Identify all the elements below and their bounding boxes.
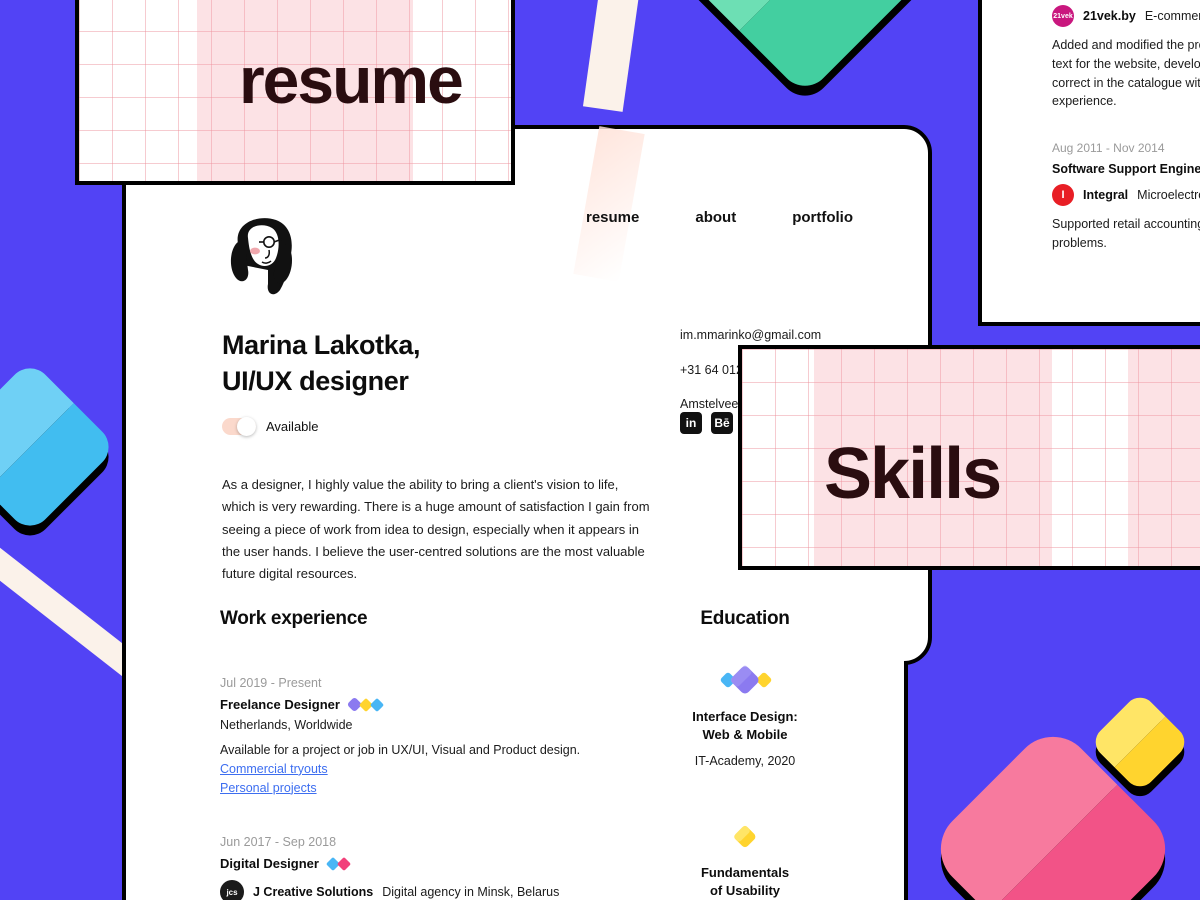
toggle-knob xyxy=(237,417,256,436)
availability-label: Available xyxy=(266,419,319,434)
contact-email[interactable]: im.mmarinko@gmail.com xyxy=(680,329,821,342)
education-title-2: Fundamentals of Usability xyxy=(660,864,830,900)
job-date: Aug 2011 - Nov 2014 xyxy=(1052,141,1165,155)
availability-row: Available xyxy=(222,417,319,436)
job-role-label: Freelance Designer xyxy=(220,697,340,712)
main-nav: resume about portfolio xyxy=(586,209,853,226)
education-title-line: Interface Design: xyxy=(692,709,798,724)
skills-title-card: Skills xyxy=(738,345,1200,570)
education-icon-1 xyxy=(660,658,830,702)
company-description: E-commerce xyxy=(1144,9,1200,23)
availability-toggle[interactable] xyxy=(222,417,256,436)
job-description: Supported retail accounting s problems. xyxy=(1052,215,1200,253)
link-commercial-tryouts[interactable]: Commercial tryouts xyxy=(220,760,660,779)
company-row: jcs J Creative Solutions Digital agency … xyxy=(220,880,660,900)
job-description-line: text for the website, develope xyxy=(1052,56,1200,71)
job-entry: Jul 2019 - Present Freelance Designer Ne… xyxy=(220,676,660,797)
education-title-1: Interface Design: Web & Mobile xyxy=(660,708,830,745)
card-sheen xyxy=(573,126,645,282)
job-description-line: Added and modified the prod xyxy=(1052,38,1200,52)
education-title: Education xyxy=(700,608,790,629)
job-date: Jul 2019 - Present xyxy=(220,676,322,690)
job-entry: Jun 2017 - Sep 2018 Digital Designer jcs… xyxy=(220,835,660,900)
job-role-label: Software Support Engineer xyxy=(1052,162,1200,176)
education-icon-2 xyxy=(660,814,830,858)
headline-role: UI/UX designer xyxy=(222,366,409,397)
avatar xyxy=(224,214,300,298)
job-description: Added and modified the prod text for the… xyxy=(1052,36,1200,111)
role-marker-icons xyxy=(325,856,352,871)
company-row: I Integral Microelectron xyxy=(1052,184,1200,206)
company-logo-icon: jcs xyxy=(220,880,244,900)
company-name: Integral xyxy=(1083,188,1129,202)
link-personal-projects[interactable]: Personal projects xyxy=(220,779,660,798)
grid-highlight-band-2 xyxy=(1128,349,1200,566)
education-title-line: Web & Mobile xyxy=(702,727,788,743)
education-title-line: Fundamentals xyxy=(700,864,790,880)
pink-chevron-icon xyxy=(336,856,352,871)
nav-item-resume[interactable]: resume xyxy=(586,209,639,226)
job-description: Available for a project or job in UX/UI,… xyxy=(220,743,581,757)
behance-icon[interactable]: Bē xyxy=(711,412,733,434)
company-row: 21vek 21vek.by E-commerce xyxy=(1052,5,1200,27)
nav-item-about[interactable]: about xyxy=(695,209,736,226)
page-title: Marina Lakotka, UI/UX designer xyxy=(222,327,420,400)
work-experience-section: Work experience Jul 2019 - Present Freel… xyxy=(220,608,660,900)
social-links: in Bē xyxy=(680,412,733,434)
job-role: Freelance Designer xyxy=(220,696,660,713)
company-description: Microelectron xyxy=(1137,188,1200,202)
company-name: 21vek.by xyxy=(1083,9,1136,23)
education-school-1: IT-Academy, 2020 xyxy=(694,753,796,768)
job-description-line: problems. xyxy=(1052,235,1107,250)
company-logo-icon: I xyxy=(1052,184,1074,206)
education-section: Education Interface Design: Web & Mobile… xyxy=(660,608,830,900)
nav-item-portfolio[interactable]: portfolio xyxy=(792,209,853,226)
job-description-line: experience. xyxy=(1052,94,1117,109)
headline-name: Marina Lakotka, xyxy=(222,330,421,360)
right-panel-job: Aug 2011 - Nov 2014 Software Support Eng… xyxy=(1052,141,1200,253)
education-item: Fundamentals of Usability Skillshare, Oc… xyxy=(660,814,830,900)
job-role: Software Support Engineer xyxy=(1052,162,1200,176)
experience-side-panel: Aug 2012 - Nov 2013 Content Specialist 2… xyxy=(978,0,1200,326)
company-name: J Creative Solutions xyxy=(253,885,374,900)
job-role: Digital Designer xyxy=(220,856,660,871)
job-place: Netherlands, Worldwide xyxy=(220,718,353,732)
linkedin-icon[interactable]: in xyxy=(680,412,702,434)
work-experience-title: Work experience xyxy=(220,608,368,629)
job-description-line: Supported retail accounting s xyxy=(1052,217,1200,231)
education-item: Interface Design: Web & Mobile IT-Academ… xyxy=(660,658,830,768)
job-date: Jun 2017 - Sep 2018 xyxy=(220,835,337,850)
resume-title-text: resume xyxy=(239,43,464,117)
company-logo-icon: 21vek xyxy=(1052,5,1074,27)
right-panel-job: Aug 2012 - Nov 2013 Content Specialist 2… xyxy=(1052,0,1200,111)
skills-title-text: Skills xyxy=(824,434,1002,514)
job-description-line: correct in the catalogue with t xyxy=(1052,75,1200,90)
role-marker-icons xyxy=(346,696,385,713)
job-role-label: Digital Designer xyxy=(220,856,319,872)
blue-chevron-icon xyxy=(369,697,385,712)
resume-title-card: resume xyxy=(75,0,515,185)
education-title-line: of Usability xyxy=(709,883,781,899)
bio-text: As a designer, I highly value the abilit… xyxy=(222,477,650,582)
company-description: Digital agency in Minsk, Belarus xyxy=(382,885,560,900)
